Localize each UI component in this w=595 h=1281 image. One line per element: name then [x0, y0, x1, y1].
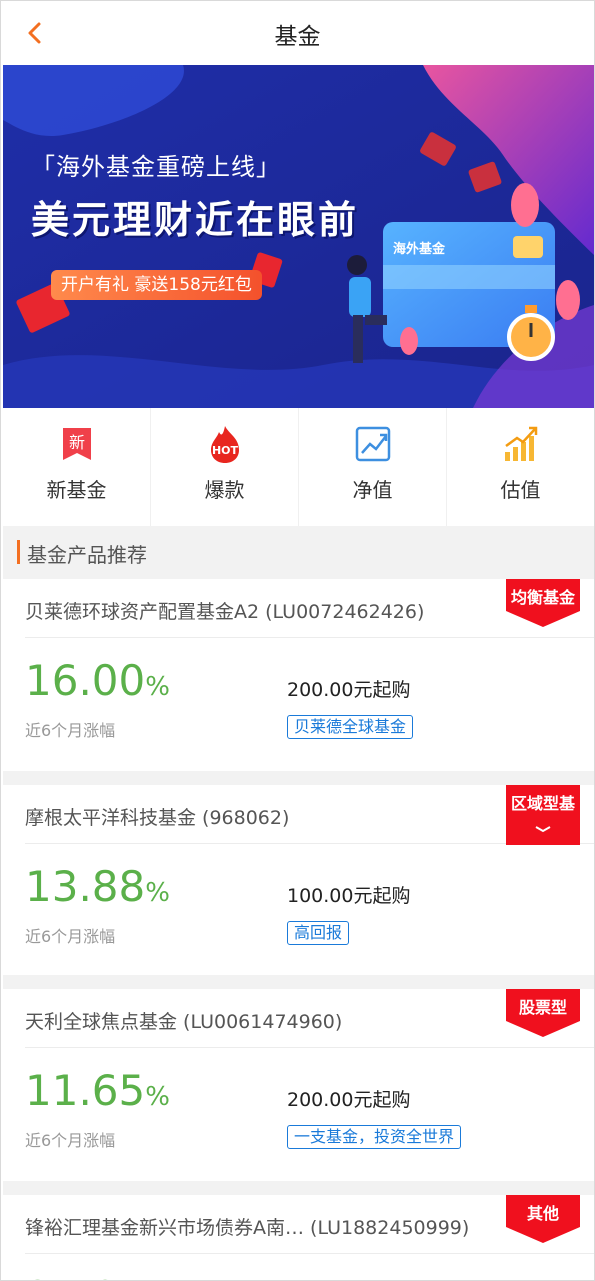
category-estimate[interactable]: 估值 [447, 408, 594, 526]
fund-return-rate: 9.40% [25, 1273, 143, 1281]
fund-type-ribbon: 股票型 [506, 989, 580, 1037]
fund-tag[interactable]: 贝莱德全球基金 [287, 715, 414, 739]
banner-promo-pill: 开户有礼 豪送158元红包 [51, 270, 262, 300]
promo-banner[interactable]: 「海外基金重磅上线」 美元理财近在眼前 开户有礼 豪送158元红包 海外基金 [3, 65, 594, 408]
app-frame: 基金 「海外基金重磅上线」 美元理财近在眼前 开户有礼 豪送158元红包 海外基… [0, 0, 595, 1281]
category-label: 估值 [500, 478, 541, 502]
category-nav[interactable]: 净值 [299, 408, 447, 526]
min-purchase: 200.00元起购 [287, 1089, 411, 1111]
divider [25, 1047, 594, 1048]
svg-text:新: 新 [68, 433, 84, 452]
banner-headline: 「海外基金重磅上线」 [31, 153, 281, 181]
category-new-fund[interactable]: 新 新基金 [3, 408, 151, 526]
fund-return-rate: 13.88% [25, 863, 170, 917]
banner-slogan: 美元理财近在眼前 [31, 198, 360, 242]
category-grid: 新 新基金 HOT 爆款 净值 估值 [3, 408, 594, 526]
fund-name: 贝莱德环球资产配置基金A2 (LU0072462426) [25, 601, 425, 623]
rate-value: 11.65 [25, 1066, 146, 1115]
rate-label: 近6个月涨幅 [25, 1131, 116, 1150]
rate-percent: % [145, 672, 170, 702]
bar-growth-icon [501, 424, 541, 464]
trend-chart-icon [353, 424, 393, 464]
rate-label: 近6个月涨幅 [25, 927, 116, 946]
banner-card-label: 海外基金 [393, 242, 446, 257]
divider [25, 1253, 594, 1254]
card-gap [3, 975, 594, 989]
fund-type-ribbon: 其他 [506, 1195, 580, 1243]
hot-flame-icon: HOT [205, 424, 245, 464]
rate-value: 9.40 [25, 1272, 119, 1281]
fund-card[interactable]: 天利全球焦点基金 (LU0061474960) 11.65% 近6个月涨幅 20… [3, 989, 594, 1181]
card-gap [3, 771, 594, 785]
category-hot[interactable]: HOT 爆款 [151, 408, 299, 526]
top-nav-bar: 基金 [1, 1, 594, 65]
category-label: 新基金 [46, 478, 107, 502]
fund-return-rate: 16.00% [25, 657, 170, 711]
fund-tag[interactable]: 一支基金，投资全世界 [287, 1125, 462, 1149]
min-purchase: 100.00元起购 [287, 885, 411, 907]
card-gap [3, 1181, 594, 1195]
page-title: 基金 [274, 24, 321, 50]
rate-value: 16.00 [25, 656, 146, 705]
fund-return-rate: 11.65% [25, 1067, 170, 1121]
svg-text:HOT: HOT [211, 444, 238, 457]
section-title: 基金产品推荐 [27, 543, 147, 567]
fund-name: 天利全球焦点基金 (LU0061474960) [25, 1011, 343, 1033]
fund-card[interactable]: 摩根太平洋科技基金 (968062) 13.88% 近6个月涨幅 100.00元… [3, 785, 594, 975]
section-accent-bar [17, 540, 20, 564]
rate-label: 近6个月涨幅 [25, 721, 116, 740]
rate-value: 13.88 [25, 862, 146, 911]
ribbon-label: 股票型 [518, 998, 567, 1017]
fund-type-ribbon: 均衡基金 [506, 579, 580, 627]
fund-card[interactable]: 锋裕汇理基金新兴市场债券A南… (LU1882450999) 9.40% 其他 [3, 1195, 594, 1281]
new-badge-icon: 新 [57, 424, 97, 464]
section-header: 基金产品推荐 [3, 526, 594, 579]
fund-tag[interactable]: 高回报 [287, 921, 350, 945]
rate-percent: % [145, 878, 170, 908]
ribbon-label: 区域型基 [510, 794, 575, 813]
fund-name: 锋裕汇理基金新兴市场债券A南… (LU1882450999) [25, 1217, 470, 1239]
category-label: 爆款 [204, 478, 245, 502]
fund-card[interactable]: 贝莱德环球资产配置基金A2 (LU0072462426) 16.00% 近6个月… [3, 579, 594, 771]
divider [25, 637, 594, 638]
rate-percent: % [145, 1082, 170, 1112]
fund-type-ribbon: 区域型基 [506, 785, 580, 845]
min-purchase: 200.00元起购 [287, 679, 411, 701]
category-label: 净值 [352, 478, 393, 502]
ribbon-label: 其他 [526, 1204, 559, 1223]
ribbon-label: 均衡基金 [510, 588, 575, 607]
fund-name: 摩根太平洋科技基金 (968062) [25, 807, 290, 829]
